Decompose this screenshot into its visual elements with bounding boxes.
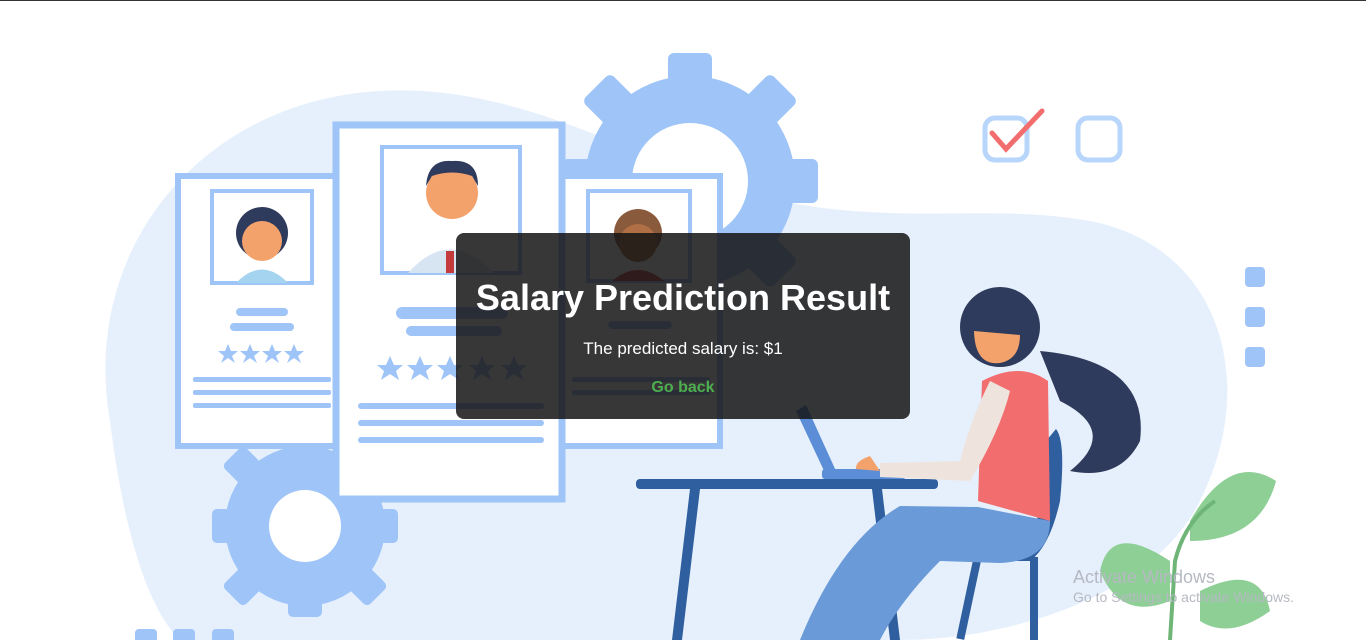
result-title: Salary Prediction Result <box>475 277 891 318</box>
checkbox-empty-icon <box>1075 115 1123 163</box>
go-back-link[interactable]: Go back <box>651 379 714 397</box>
watermark-subtitle: Go to Settings to activate Windows. <box>1073 589 1294 605</box>
checkbox-checked-icon <box>982 108 1045 163</box>
result-panel: Salary Prediction Result The predicted s… <box>456 233 910 419</box>
predicted-salary-text: The predicted salary is: $1 <box>583 339 783 358</box>
watermark-title: Activate Windows <box>1073 567 1216 587</box>
activate-windows-watermark: Activate Windows Go to Settings to activ… <box>1073 566 1294 606</box>
resume-card <box>175 173 341 449</box>
